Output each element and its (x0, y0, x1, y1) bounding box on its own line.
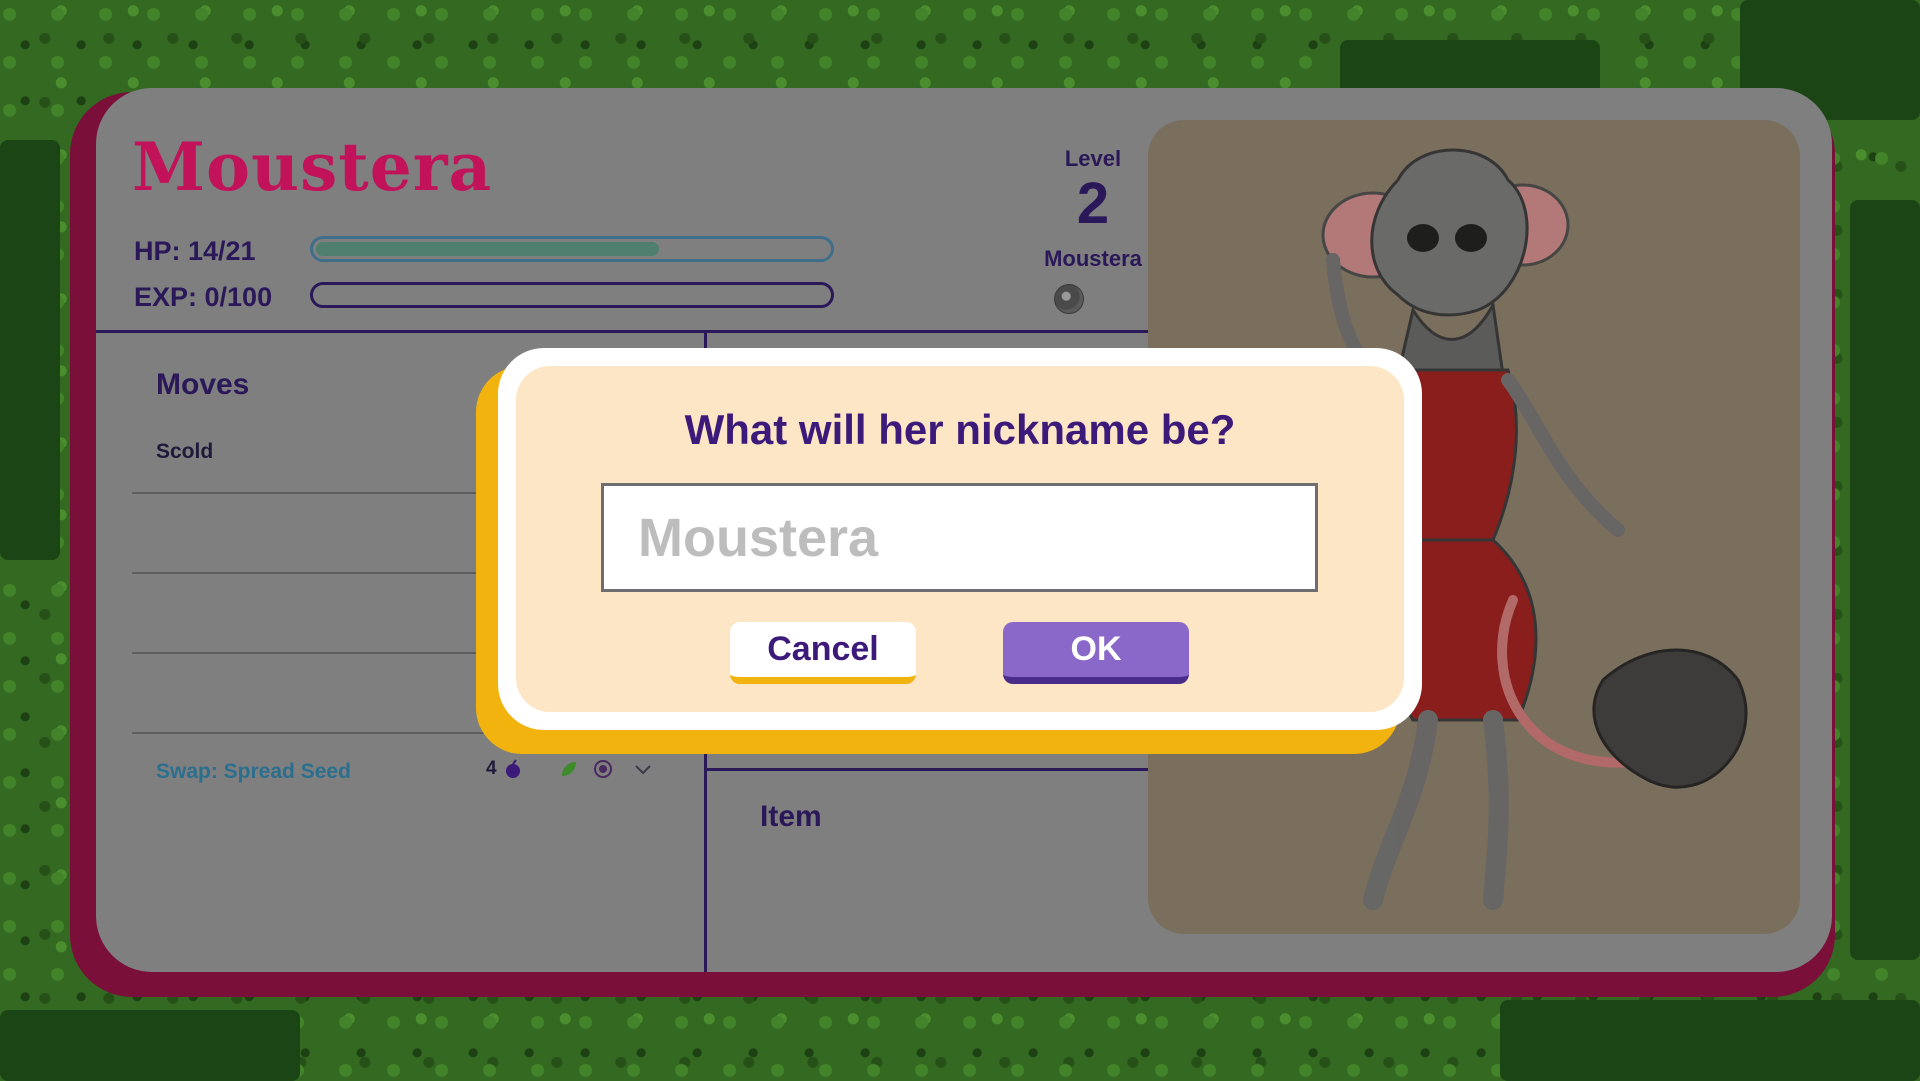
cancel-button[interactable]: Cancel (730, 622, 916, 684)
hp-label: HP: 14/21 (134, 236, 256, 266)
hp-bar-fill (316, 242, 660, 256)
nickname-input[interactable] (601, 483, 1318, 592)
seed-bag-icon (505, 759, 520, 778)
swap-cost: 4 (486, 758, 497, 779)
dark-orb-icon (1054, 284, 1084, 314)
target-icon (593, 760, 612, 778)
swap-move[interactable]: Swap: Spread Seed (156, 760, 351, 784)
swap-move-details: 4 (486, 758, 653, 780)
item-title: Item (760, 800, 822, 833)
level-value: 2 (1076, 171, 1110, 236)
leaf-icon (561, 762, 576, 776)
level-label: Level (1064, 146, 1122, 171)
hp-bar (310, 236, 834, 262)
creature-name: Moustera (132, 128, 493, 206)
divider (96, 330, 1148, 333)
ok-button[interactable]: OK (1003, 622, 1189, 684)
exp-bar (310, 282, 834, 308)
dialog-title: What will her nickname be? (684, 406, 1236, 453)
chevron-down-icon[interactable] (633, 759, 653, 779)
divider (707, 768, 1148, 771)
moves-title: Moves (156, 368, 250, 401)
exp-label: EXP: 0/100 (134, 282, 273, 312)
move-slot-1[interactable]: Scold (156, 440, 213, 464)
